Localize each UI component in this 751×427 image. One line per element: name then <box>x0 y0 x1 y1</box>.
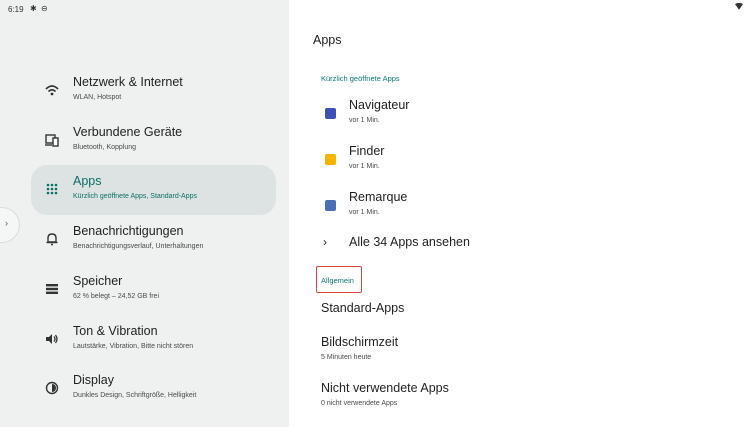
sidebar-item-label: Netzwerk & Internet <box>73 75 183 89</box>
sidebar-item-label: Verbundene Geräte <box>73 125 183 139</box>
sidebar-item-network[interactable]: Netzwerk & Internet WLAN, Hotspot <box>31 66 276 116</box>
sidebar-item-label: Speicher <box>73 274 123 288</box>
notes-app-icon <box>325 200 336 211</box>
recent-apps-header: Kürzlich geöffnete Apps <box>321 74 400 83</box>
sidebar-item-connected-devices[interactable]: Verbundene Geräte Bluetooth, Kopplung <box>31 116 276 166</box>
folder-app-icon <box>325 154 336 165</box>
storage-icon <box>46 284 58 294</box>
app-last-used: vor 1 Min. <box>349 209 380 216</box>
app-last-used: vor 1 Min. <box>349 117 380 124</box>
sidebar-item-notifications[interactable]: Benachrichtigungen Benachrichtigungsverl… <box>31 215 276 265</box>
recent-app-row[interactable]: Navigateur vor 1 Min. <box>321 96 741 134</box>
app-name: Remarque <box>349 190 408 204</box>
sidebar-item-label: Display <box>73 373 114 387</box>
setting-title: Standard-Apps <box>321 301 405 315</box>
screen-time-item[interactable]: Bildschirmzeit 5 Minuten heute <box>321 335 741 367</box>
see-all-apps-label: Alle 34 Apps ansehen <box>349 235 470 249</box>
chevron-right-icon: › <box>323 235 327 249</box>
general-section-header: Allgemein <box>321 276 354 285</box>
wifi-icon <box>45 85 59 96</box>
apps-grid-icon <box>46 183 58 195</box>
see-all-apps-button[interactable]: › Alle 34 Apps ansehen <box>321 233 621 253</box>
recent-app-row[interactable]: Remarque vor 1 Min. <box>321 188 741 226</box>
app-name: Finder <box>349 144 385 158</box>
status-bar: 6:19 ✱ ⊖ <box>0 0 751 18</box>
sidebar-item-label: Benachrichtigungen <box>73 224 184 238</box>
setting-title: Bildschirmzeit <box>321 335 399 349</box>
app-last-used: vor 1 Min. <box>349 163 380 170</box>
app-name: Navigateur <box>349 98 410 112</box>
setting-subtitle: 0 nicht verwendete Apps <box>321 400 398 407</box>
sidebar-item-sublabel: Dunkles Design, Schriftgröße, Helligkeit <box>73 392 197 399</box>
sidebar-item-sublabel: Kürzlich geöffnete Apps, Standard-Apps <box>73 193 198 200</box>
sidebar-item-storage[interactable]: Speicher 62 % belegt – 24,52 GB frei <box>31 265 276 315</box>
sidebar-item-sublabel: Bluetooth, Kopplung <box>73 144 137 151</box>
sidebar-item-sound[interactable]: Ton & Vibration Lautstärke, Vibration, B… <box>31 315 276 365</box>
sidebar-item-display[interactable]: Display Dunkles Design, Schriftgröße, He… <box>31 364 276 414</box>
recent-app-row[interactable]: Finder vor 1 Min. <box>321 142 741 180</box>
data-saver-status-icon: ⊖ <box>41 4 48 13</box>
status-time: 6:19 <box>8 5 24 14</box>
bell-icon <box>46 233 58 246</box>
wifi-status-icon <box>735 3 743 10</box>
volume-icon <box>46 334 58 344</box>
default-apps-item[interactable]: Standard-Apps <box>321 301 741 333</box>
sidebar-item-label: Apps <box>73 174 102 188</box>
settings-status-icon: ✱ <box>30 4 37 13</box>
chevron-right-icon: › <box>5 218 8 228</box>
devices-icon <box>45 134 59 147</box>
page-title: Apps <box>313 33 342 47</box>
sidebar-item-sublabel: Benachrichtigungsverlauf, Unterhaltungen <box>73 243 204 250</box>
setting-title: Nicht verwendete Apps <box>321 381 449 395</box>
browser-app-icon <box>325 108 336 119</box>
unused-apps-item[interactable]: Nicht verwendete Apps 0 nicht verwendete… <box>321 381 741 413</box>
sidebar-item-apps[interactable]: Apps Kürzlich geöffnete Apps, Standard-A… <box>31 165 276 215</box>
brightness-icon <box>45 381 59 395</box>
sidebar-item-sublabel: WLAN, Hotspot <box>73 94 122 101</box>
sidebar-item-label: Ton & Vibration <box>73 324 158 338</box>
sidebar-item-sublabel: Lautstärke, Vibration, Bitte nicht störe… <box>73 343 194 350</box>
sidebar-item-sublabel: 62 % belegt – 24,52 GB frei <box>73 293 159 300</box>
setting-subtitle: 5 Minuten heute <box>321 354 372 361</box>
